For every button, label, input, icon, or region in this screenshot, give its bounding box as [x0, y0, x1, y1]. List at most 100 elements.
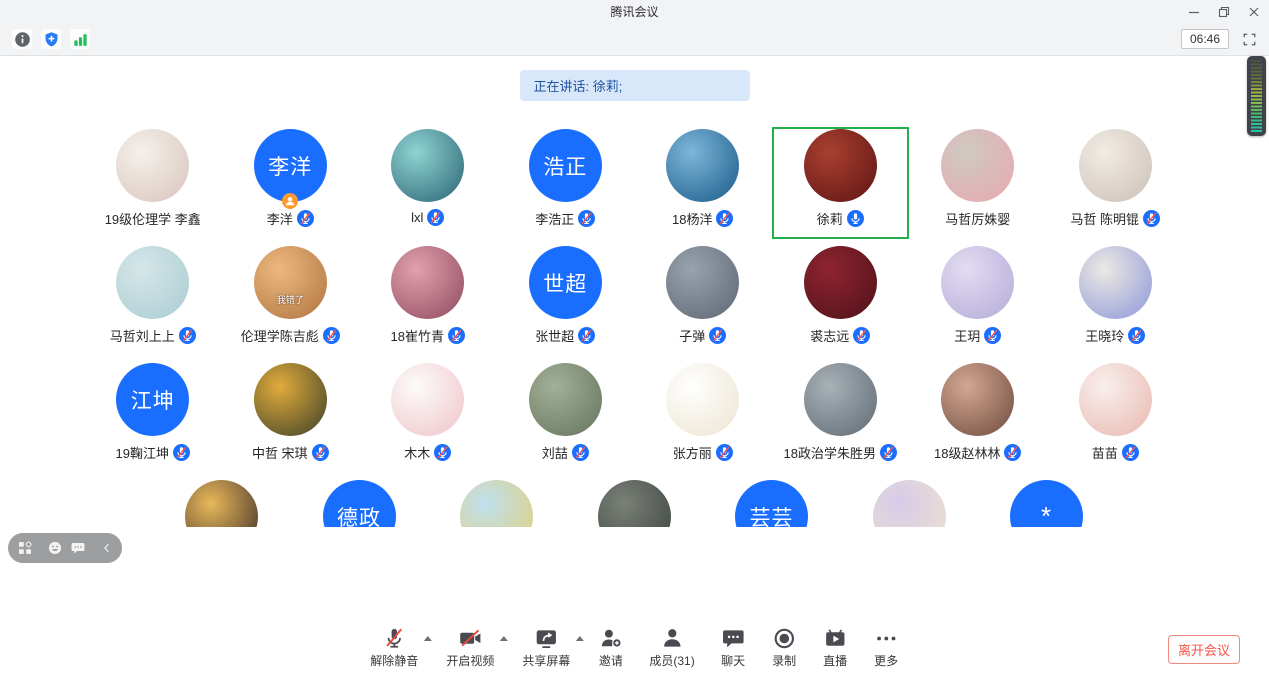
members-icon: [660, 625, 685, 651]
participant-name: 王玥: [954, 326, 980, 345]
participant-tile[interactable]: 马哲厉姝婴: [909, 127, 1047, 239]
close-icon[interactable]: [1239, 0, 1269, 23]
participant-tile[interactable]: 18崔竹青: [359, 244, 497, 356]
participant-tile[interactable]: 王晓玲: [1047, 244, 1185, 356]
participant-tile[interactable]: 19级伦理学 李鑫: [84, 127, 222, 239]
avatar-initials: 江坤: [131, 385, 175, 415]
minimize-icon[interactable]: [1179, 0, 1209, 23]
participant-name-row: 伦理学陈吉彪: [241, 326, 340, 345]
window-controls: [1179, 0, 1269, 23]
participant-name-row: 子弹: [679, 326, 726, 345]
participant-name-row: 马哲 陈明锟: [1070, 209, 1160, 228]
participant-name-row: 苗苗: [1092, 443, 1139, 462]
toolbar-button-unmute[interactable]: 解除静音: [370, 625, 418, 669]
menu-caret-icon[interactable]: [575, 636, 583, 641]
participant-name: 19级伦理学 李鑫: [105, 209, 201, 228]
emoji-icon[interactable]: [47, 540, 63, 556]
avatar-initials: *: [1041, 501, 1052, 527]
avatar: 江坤: [116, 363, 189, 436]
mic-muted-icon: [1128, 327, 1145, 344]
toolbar-button-label: 聊天: [721, 652, 745, 669]
participant-tile[interactable]: 马哲刘上上: [84, 244, 222, 356]
toolbar-button-chat[interactable]: 聊天: [721, 625, 746, 669]
bottom-toolbar: 解除静音 开启视频 共享屏幕 邀请 成员(31) 聊天 录制 直播 更多 离开会…: [0, 623, 1269, 675]
mic-muted-icon: [448, 327, 465, 344]
participant-tile[interactable]: *: [978, 478, 1116, 527]
toolbar-button-live[interactable]: 直播: [823, 625, 848, 669]
participant-tile[interactable]: lxl: [359, 127, 497, 239]
live-icon: [823, 625, 848, 651]
participant-tile[interactable]: 徐莉: [772, 127, 910, 239]
avatar: [804, 246, 877, 319]
participant-tile[interactable]: 世超张世超: [497, 244, 635, 356]
participant-name: lxl: [411, 210, 423, 225]
toolbar-button-label: 直播: [823, 652, 847, 669]
toolbar-button-label: 成员(31): [649, 652, 694, 669]
participant-name-row: 18级赵林林: [934, 443, 1021, 462]
participant-name: 伦理学陈吉彪: [241, 326, 319, 345]
participant-name-row: lxl: [411, 209, 444, 226]
participant-name: 马哲刘上上: [110, 326, 175, 345]
participant-tile[interactable]: 江坤 19鞠江坤: [84, 361, 222, 473]
shield-icon[interactable]: [41, 29, 61, 49]
participant-tile[interactable]: 芸芸: [703, 478, 841, 527]
participant-tile[interactable]: 木木: [359, 361, 497, 473]
apps-icon[interactable]: [17, 540, 33, 556]
participant-tile[interactable]: 18级赵林林: [909, 361, 1047, 473]
participant-name: 张方丽: [673, 443, 712, 462]
participant-tile[interactable]: 子弹: [634, 244, 772, 356]
avatar-initials: 德政: [337, 502, 381, 528]
collapse-icon[interactable]: [100, 541, 114, 555]
mic-on-icon: [847, 210, 864, 227]
participant-tile[interactable]: 中哲 宋琪: [222, 361, 360, 473]
participant-tile[interactable]: [153, 478, 291, 527]
participant-tile[interactable]: 马哲 陈明锟: [1047, 127, 1185, 239]
leave-meeting-button[interactable]: 离开会议: [1168, 635, 1240, 664]
participant-tile[interactable]: 王玥: [909, 244, 1047, 356]
participant-tile[interactable]: 德政: [290, 478, 428, 527]
toolbar-button-label: 解除静音: [370, 652, 418, 669]
toolbar-button-record[interactable]: 录制: [772, 625, 797, 669]
mic-muted-icon: [716, 444, 733, 461]
avatar: [941, 363, 1014, 436]
participant-tile[interactable]: 裘志远: [772, 244, 910, 356]
participant-row: 马哲刘上上 我错了伦理学陈吉彪 18崔竹青 世超张世超 子弹 裘志远: [84, 244, 1184, 356]
toolbar-button-share-screen[interactable]: 共享屏幕: [522, 625, 570, 669]
participant-name-row: 木木: [404, 443, 451, 462]
participant-tile[interactable]: 18政治学朱胜男: [772, 361, 910, 473]
mic-muted-icon: [853, 327, 870, 344]
restore-icon[interactable]: [1209, 0, 1239, 23]
participant-tile[interactable]: 苗苗: [1047, 361, 1185, 473]
participant-tile[interactable]: 张方丽: [634, 361, 772, 473]
network-signal-icon[interactable]: [70, 29, 90, 49]
toolbar-button-label: 共享屏幕: [522, 652, 570, 669]
avatar: 浩正: [529, 129, 602, 202]
toolbar-button-invite[interactable]: 邀请: [598, 625, 623, 669]
toolbar-button-start-video[interactable]: 开启视频: [446, 625, 494, 669]
avatar: 德政: [323, 480, 396, 527]
participant-tile[interactable]: 我错了伦理学陈吉彪: [222, 244, 360, 356]
menu-caret-icon[interactable]: [499, 636, 507, 641]
chat-bubble-icon[interactable]: [70, 540, 86, 556]
mic-muted-icon: [1143, 210, 1160, 227]
participant-name: 木木: [404, 443, 430, 462]
participant-name: 马哲 陈明锟: [1070, 209, 1139, 228]
participant-name: 中哲 宋琪: [252, 443, 308, 462]
participant-tile[interactable]: 刘喆: [497, 361, 635, 473]
participant-tile[interactable]: [840, 478, 978, 527]
participant-name-row: 19鞠江坤: [116, 443, 190, 462]
toolbar-button-members[interactable]: 成员(31): [649, 625, 694, 669]
avatar-initials: 世超: [543, 268, 587, 298]
menu-caret-icon[interactable]: [423, 636, 431, 641]
participant-tile[interactable]: 18杨洋: [634, 127, 772, 239]
participant-tile[interactable]: 李洋 李洋: [222, 127, 360, 239]
participant-tile[interactable]: [565, 478, 703, 527]
avatar: 芸芸: [735, 480, 808, 527]
participant-tile[interactable]: [428, 478, 566, 527]
fullscreen-icon[interactable]: [1242, 32, 1257, 47]
participant-tile[interactable]: 浩正李浩正: [497, 127, 635, 239]
toolbar-button-more[interactable]: 更多: [874, 625, 899, 669]
info-icon[interactable]: [12, 29, 32, 49]
participant-name-row: 裘志远: [810, 326, 870, 345]
avatar: [804, 363, 877, 436]
